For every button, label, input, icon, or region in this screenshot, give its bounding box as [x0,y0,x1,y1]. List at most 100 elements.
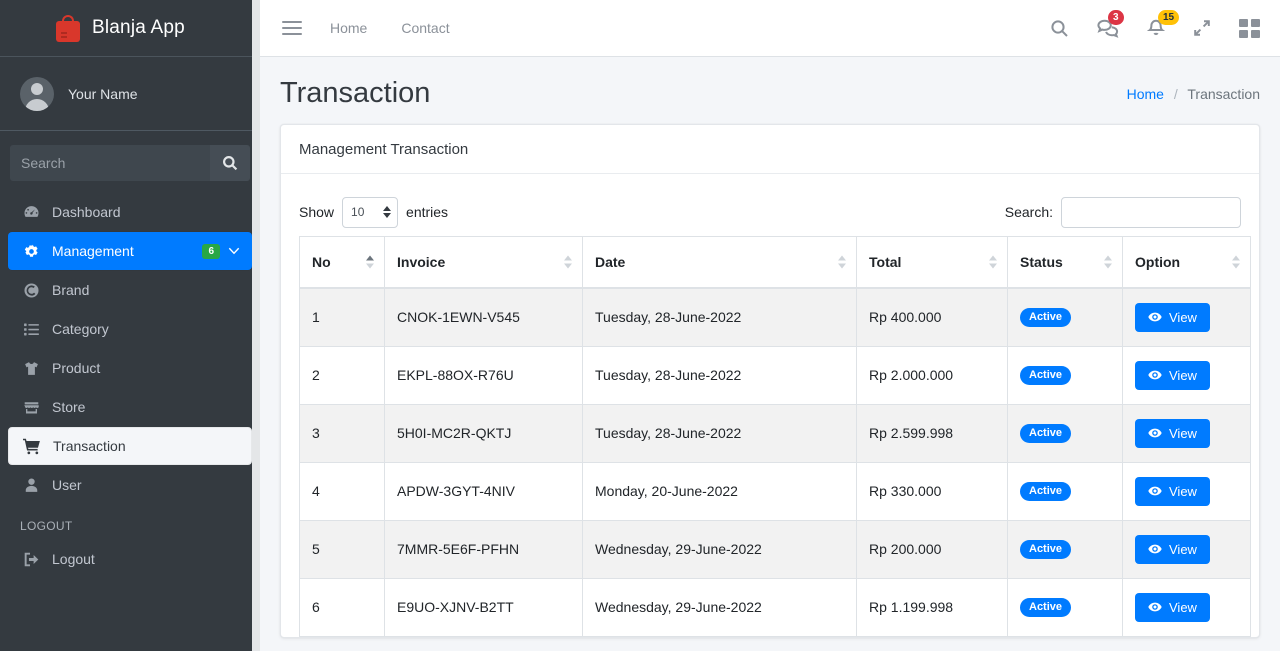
cell-invoice: APDW-3GYT-4NIV [384,461,583,521]
tshirt-icon [20,360,42,377]
cell-invoice: E9UO-XJNV-B2TT [384,577,583,637]
column-label: Status [1020,253,1063,270]
view-button-label: View [1169,425,1197,441]
search-input[interactable] [10,145,210,181]
navbar-link-home[interactable]: Home [330,20,367,36]
column-label: Option [1135,253,1181,270]
user-name: Your Name [68,85,138,102]
comments-badge: 3 [1108,9,1124,25]
sort-arrows-icon [838,255,846,269]
column-header-no[interactable]: No [299,236,385,289]
eye-icon [1148,312,1162,322]
view-button[interactable]: View [1135,476,1210,506]
sidebar-item-management[interactable]: Management 6 [8,232,252,270]
column-label: Total [869,253,902,270]
user-avatar-icon [20,76,54,111]
table-row: 2 EKPL-88OX-R76U Tuesday, 28-June-2022 Rp 2… [299,345,1251,405]
eye-icon [1148,370,1162,380]
cell-date: Wednesday, 29-June-2022 [582,577,857,637]
grid-apps-icon[interactable] [1239,18,1260,38]
cell-invoice: 7MMR-5E6F-PFHN [384,519,583,579]
navbar-link-contact[interactable]: Contact [401,20,449,36]
cell-option: View [1122,403,1251,463]
user-panel[interactable]: Your Name [0,57,260,131]
cell-date: Tuesday, 28-June-2022 [582,287,857,347]
search-icon[interactable] [1050,19,1069,38]
sidebar-item-user[interactable]: User [8,466,252,504]
sort-arrows-icon [989,255,997,269]
view-button[interactable]: View [1135,360,1210,390]
brand-header[interactable]: Blanja App [0,0,260,57]
status-badge: Active [1020,424,1072,443]
dashboard-gauge-icon [20,204,42,221]
bell-icon[interactable]: 15 [1147,9,1180,38]
view-button[interactable]: View [1135,418,1210,448]
cell-status: Active [1007,345,1123,405]
sidebar-item-store[interactable]: Store [8,388,252,426]
sidebar-item-label: Product [52,360,101,376]
brand-title: Blanja App [92,17,185,38]
view-button-label: View [1169,309,1197,325]
cell-option: View [1122,577,1251,637]
breadcrumb-home[interactable]: Home [1127,86,1164,102]
entries-select[interactable]: 10 [342,196,399,228]
comments-icon[interactable]: 3 [1097,9,1124,38]
sidebar-item-brand[interactable]: Brand [8,271,252,309]
table-body: 1 CNOK-1EWN-V545 Tuesday, 28-June-2022 Rp 4… [299,287,1251,637]
app-root: Blanja App Your Name Dashboard [0,0,1280,651]
cell-total: Rp 1.199.998 [856,577,1008,637]
datatable-search-input[interactable] [1061,196,1241,228]
cell-total: Rp 2.599.998 [856,403,1008,463]
cell-date: Monday, 20-June-2022 [582,461,857,521]
status-badge: Active [1020,308,1072,327]
status-badge: Active [1020,366,1072,385]
sidebar-item-category[interactable]: Category [8,310,252,348]
view-button[interactable]: View [1135,592,1210,622]
column-header-invoice[interactable]: Invoice [384,236,583,289]
cell-no: 1 [299,287,385,347]
cell-status: Active [1007,287,1123,347]
column-label: No [312,253,331,270]
copyright-circle-icon [20,282,42,299]
entries-label: entries [406,204,449,220]
chevron-down-icon[interactable] [228,243,240,259]
cell-total: Rp 400.000 [856,287,1008,347]
column-header-total[interactable]: Total [856,236,1008,289]
cell-date: Tuesday, 28-June-2022 [582,403,857,463]
column-header-option[interactable]: Option [1122,236,1251,289]
card-body: Show 10 entries Search: No Invoice Date … [281,174,1259,637]
cell-option: View [1122,287,1251,347]
status-badge: Active [1020,598,1072,617]
column-header-date[interactable]: Date [582,236,857,289]
view-button[interactable]: View [1135,534,1210,564]
expand-arrows-icon[interactable] [1193,19,1211,37]
search-icon[interactable] [210,145,250,181]
sidebar-item-transaction[interactable]: Transaction [8,427,252,465]
cell-no: 2 [299,345,385,405]
shopping-cart-icon [21,437,43,455]
breadcrumb-current: Transaction [1187,85,1260,102]
sidebar-search [0,131,260,181]
entries-length-control: Show 10 entries [299,196,449,228]
sidebar-item-logout[interactable]: Logout [8,540,252,578]
cell-invoice: 5H0I-MC2R-QKTJ [384,403,583,463]
column-label: Invoice [397,253,446,270]
page-title: Transaction [280,77,431,109]
column-label: Date [595,253,626,270]
hamburger-menu-icon[interactable] [282,17,302,39]
table-row: 1 CNOK-1EWN-V545 Tuesday, 28-June-2022 Rp 4… [299,287,1251,347]
cell-invoice: EKPL-88OX-R76U [384,345,583,405]
sidebar-item-dashboard[interactable]: Dashboard [8,193,252,231]
column-header-status[interactable]: Status [1007,236,1123,289]
sidebar-item-label: Dashboard [52,204,121,220]
sort-arrows-icon [564,255,572,269]
navbar-actions: 3 15 [1050,9,1260,38]
sidebar-scrollbar[interactable] [252,0,260,651]
status-badge: Active [1020,482,1072,501]
sidebar-item-product[interactable]: Product [8,349,252,387]
sidebar-item-label: Brand [52,282,90,298]
view-button[interactable]: View [1135,302,1210,332]
shopping-bag-icon [56,14,80,42]
sort-arrows-icon [366,255,374,269]
cell-no: 3 [299,403,385,463]
